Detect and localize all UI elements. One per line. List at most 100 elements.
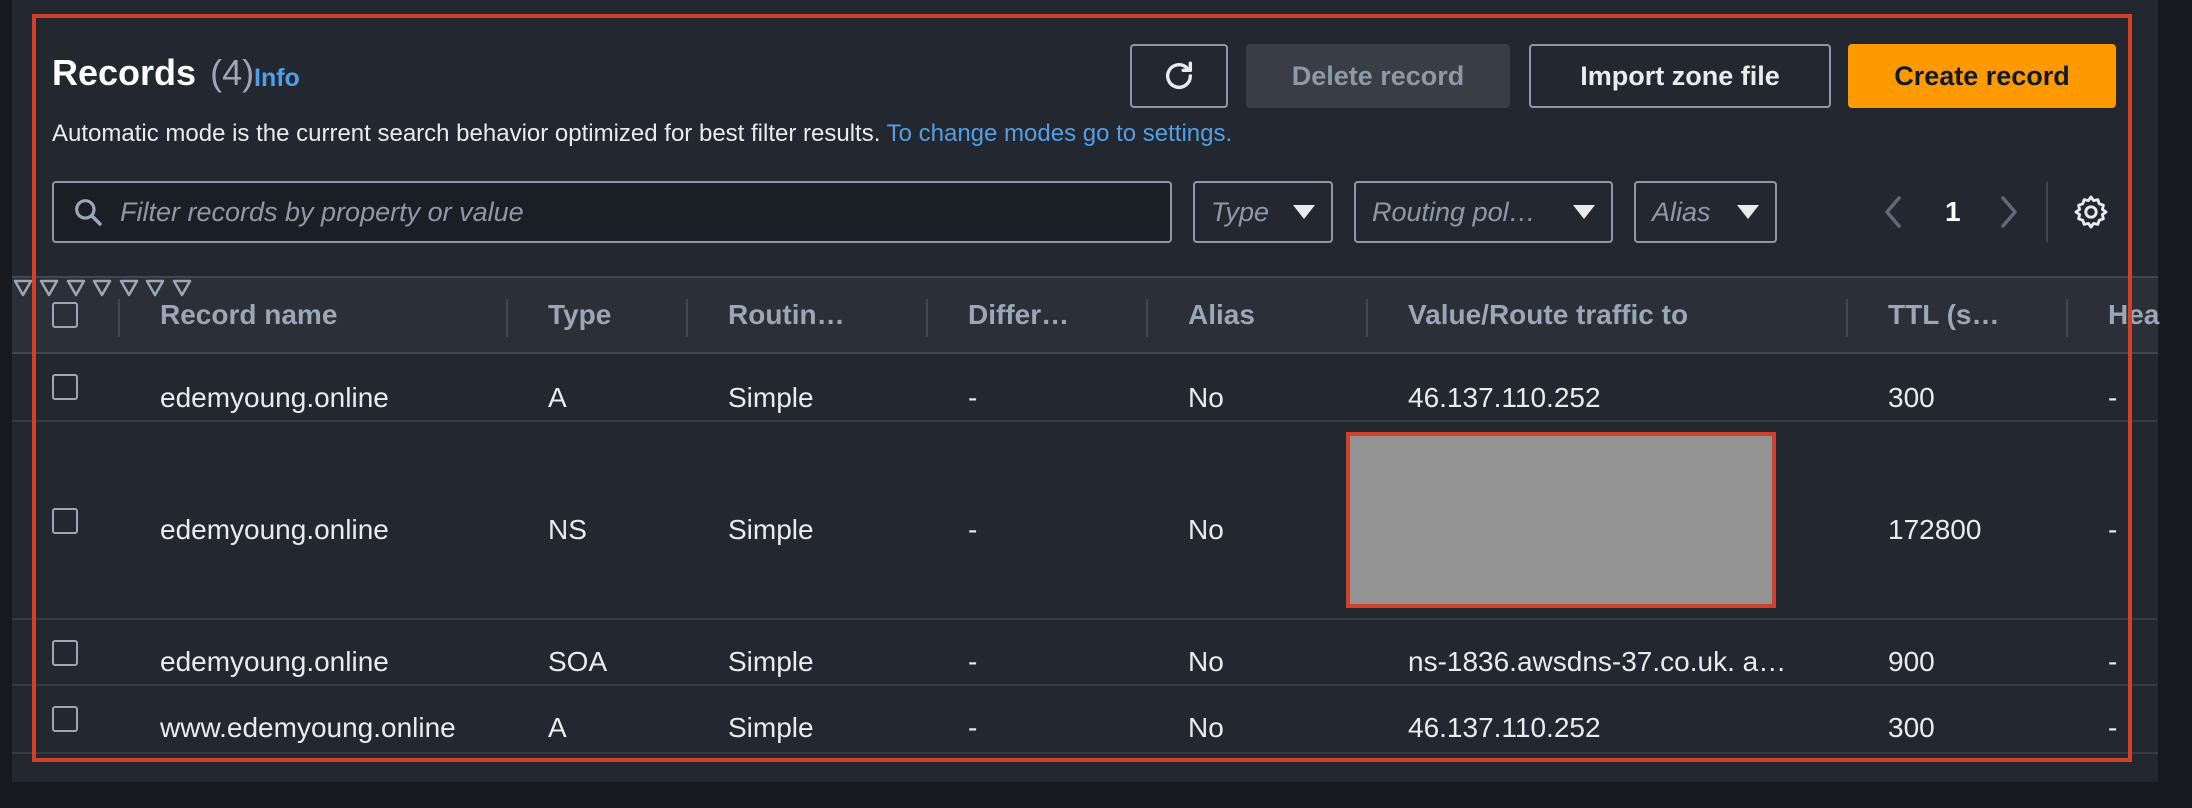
- next-page-button[interactable]: [1998, 194, 2020, 235]
- table-preferences-button[interactable]: [2072, 193, 2110, 236]
- column-header-label: Alias: [1188, 299, 1255, 330]
- column-divider: [1366, 299, 1368, 337]
- column-divider: [118, 299, 120, 337]
- column-header-ttl[interactable]: TTL (s…: [1888, 278, 1999, 352]
- alias-filter-label: Alias: [1652, 196, 1711, 227]
- alias-cell: No: [1188, 514, 1224, 545]
- ttl-cell: 900: [1888, 646, 1935, 677]
- type-cell: A: [548, 382, 567, 413]
- page-title: Records (4): [52, 52, 254, 94]
- caret-down-icon: [1737, 205, 1759, 219]
- column-header-label: Hea: [2108, 299, 2160, 330]
- alias-cell: No: [1188, 712, 1224, 743]
- column-header-label: TTL (s…: [1888, 299, 2000, 330]
- record-name-cell: edemyoung.online: [160, 514, 389, 545]
- differentiator-cell: -: [968, 514, 978, 545]
- caret-down-icon: [1293, 205, 1315, 219]
- create-record-button[interactable]: Create record: [1848, 44, 2116, 108]
- ttl-cell: 172800: [1888, 514, 1982, 545]
- column-header-health-check[interactable]: Hea: [2108, 278, 2159, 352]
- sort-icon[interactable]: [118, 278, 140, 298]
- column-divider: [1146, 299, 1148, 337]
- column-header-label: Record name: [160, 299, 338, 330]
- record-count: (4): [210, 52, 255, 93]
- ttl-cell: 300: [1888, 712, 1935, 743]
- filter-records-input[interactable]: Filter records by property or value: [52, 181, 1172, 243]
- select-all-checkbox[interactable]: [52, 302, 78, 328]
- pagination-divider: [2046, 182, 2048, 242]
- chevron-left-icon: [1885, 196, 1901, 228]
- alias-cell: No: [1188, 646, 1224, 677]
- table-row[interactable]: www.edemyoung.online A Simple - No 46.13…: [12, 686, 2158, 754]
- type-cell: SOA: [548, 646, 608, 677]
- record-name-cell: edemyoung.online: [160, 382, 389, 413]
- type-cell: NS: [548, 514, 587, 545]
- redaction-box: [1346, 432, 1776, 608]
- column-divider: [506, 299, 508, 337]
- column-header-label: Type: [548, 299, 612, 330]
- column-header-alias[interactable]: Alias: [1188, 278, 1255, 352]
- previous-page-button[interactable]: [1882, 194, 1904, 235]
- chevron-right-icon: [2001, 196, 2017, 228]
- sort-icon[interactable]: [38, 278, 60, 298]
- column-header-type[interactable]: Type: [548, 278, 611, 352]
- record-name-cell: www.edemyoung.online: [160, 712, 456, 743]
- health-check-cell: -: [2108, 382, 2118, 413]
- table-row[interactable]: edemyoung.online A Simple - No 46.137.11…: [12, 354, 2158, 422]
- column-divider: [1846, 299, 1848, 337]
- type-filter-dropdown[interactable]: Type: [1193, 181, 1333, 243]
- search-placeholder: Filter records by property or value: [120, 196, 524, 227]
- routing-cell: Simple: [728, 514, 814, 545]
- column-header-label: Differ…: [968, 299, 1070, 330]
- current-page-number[interactable]: 1: [1945, 196, 1961, 228]
- refresh-icon: [1165, 61, 1193, 89]
- row-checkbox[interactable]: [52, 706, 78, 732]
- differentiator-cell: -: [968, 382, 978, 413]
- routing-policy-filter-dropdown[interactable]: Routing pol…: [1354, 181, 1613, 243]
- ttl-cell: 300: [1888, 382, 1935, 413]
- routing-filter-label: Routing pol…: [1372, 196, 1536, 227]
- sort-icon[interactable]: [12, 278, 34, 298]
- title-text: Records: [52, 52, 197, 93]
- health-check-cell: -: [2108, 646, 2118, 677]
- routing-cell: Simple: [728, 382, 814, 413]
- alias-cell: No: [1188, 382, 1224, 413]
- routing-cell: Simple: [728, 712, 814, 743]
- sort-icon[interactable]: [65, 278, 87, 298]
- type-cell: A: [548, 712, 567, 743]
- health-check-cell: -: [2108, 514, 2118, 545]
- table-row[interactable]: edemyoung.online NS Simple - No 172800 -: [12, 422, 2158, 620]
- search-icon: [66, 190, 110, 234]
- type-filter-label: Type: [1211, 196, 1270, 227]
- caret-down-icon: [1573, 205, 1595, 219]
- differentiator-cell: -: [968, 712, 978, 743]
- table-row[interactable]: edemyoung.online SOA Simple - No ns-1836…: [12, 620, 2158, 686]
- search-mode-description: Automatic mode is the current search beh…: [52, 120, 1232, 148]
- gear-icon: [2074, 195, 2108, 229]
- refresh-button[interactable]: [1130, 44, 1228, 108]
- settings-link[interactable]: To change modes go to settings.: [887, 120, 1233, 147]
- description-text: Automatic mode is the current search beh…: [52, 120, 881, 147]
- column-header-routing[interactable]: Routin…: [728, 278, 845, 352]
- alias-filter-dropdown[interactable]: Alias: [1634, 181, 1777, 243]
- sort-icon[interactable]: [91, 278, 113, 298]
- health-check-cell: -: [2108, 712, 2118, 743]
- column-header-label: Value/Route traffic to: [1408, 299, 1689, 330]
- delete-record-button[interactable]: Delete record: [1246, 44, 1510, 108]
- column-header-label: Routin…: [728, 299, 845, 330]
- row-checkbox[interactable]: [52, 508, 78, 534]
- row-checkbox[interactable]: [52, 640, 78, 666]
- column-divider: [926, 299, 928, 337]
- value-cell: 46.137.110.252: [1408, 382, 1601, 413]
- row-checkbox[interactable]: [52, 374, 78, 400]
- column-header-record-name[interactable]: Record name: [160, 278, 337, 352]
- differentiator-cell: -: [968, 646, 978, 677]
- import-zone-file-button[interactable]: Import zone file: [1529, 44, 1831, 108]
- column-header-differentiator[interactable]: Differ…: [968, 278, 1069, 352]
- column-divider: [2066, 299, 2068, 337]
- table-header: Record name Type Routin… Differ… Alias V…: [12, 276, 2159, 354]
- info-link[interactable]: Info: [254, 64, 300, 93]
- value-cell: ns-1836.awsdns-37.co.uk. a…: [1408, 646, 1787, 677]
- routing-cell: Simple: [728, 646, 814, 677]
- column-header-value[interactable]: Value/Route traffic to: [1408, 278, 1688, 352]
